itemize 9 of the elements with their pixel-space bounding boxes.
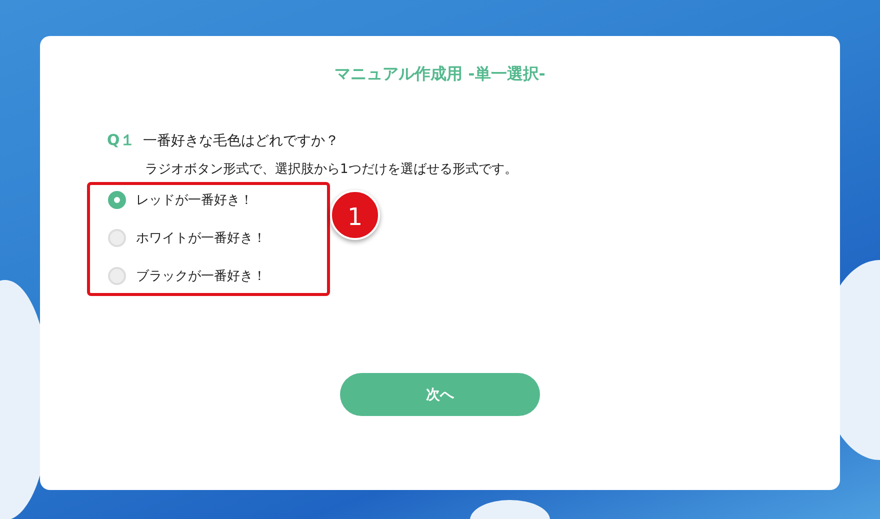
radio-button[interactable] [108,191,126,209]
question-text: 一番好きな毛色はどれですか？ [142,132,339,150]
question-note: ラジオボタン形式で、選択肢から1つだけを選ばせる形式です。 [145,161,518,178]
radio-option[interactable]: ブラックが一番好き！ [108,264,318,288]
callout-badge: 1 [330,190,380,240]
survey-title: マニュアル作成用 -単一選択- [334,63,546,85]
radio-option[interactable]: レッドが一番好き！ [108,188,318,212]
question-number: Q１ [107,131,135,150]
radio-option[interactable]: ホワイトが一番好き！ [108,226,318,250]
